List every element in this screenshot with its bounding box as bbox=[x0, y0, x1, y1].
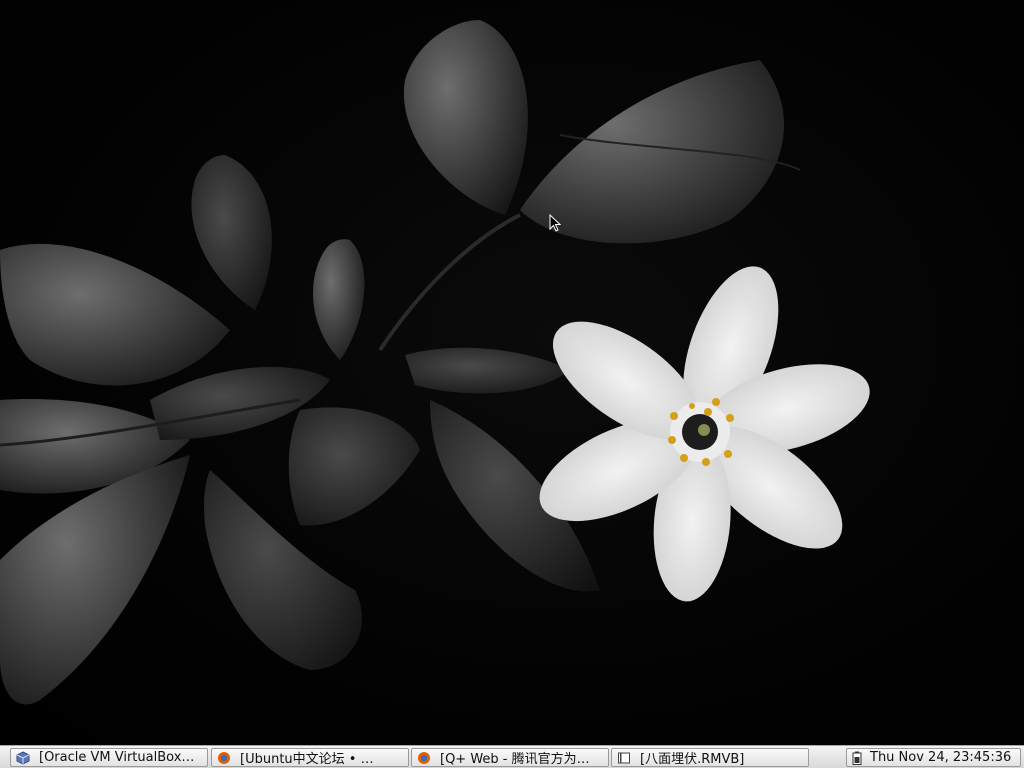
taskbar: [Oracle VM VirtualBox… [Ubuntu中文论坛 • … [… bbox=[0, 745, 1024, 768]
taskbar-item-label: [Q+ Web - 腾讯官方为… bbox=[440, 752, 590, 767]
firefox-icon bbox=[216, 750, 232, 766]
virtualbox-icon bbox=[15, 750, 31, 766]
taskbar-item-qplus-web[interactable]: [Q+ Web - 腾讯官方为… bbox=[411, 748, 609, 767]
taskbar-item-label: [Oracle VM VirtualBox… bbox=[39, 750, 195, 765]
leaf bbox=[0, 243, 600, 705]
taskbar-item-label: [八面埋伏.RMVB] bbox=[640, 752, 745, 767]
taskbar-item-label: [Ubuntu中文论坛 • … bbox=[240, 752, 374, 767]
arrow-cursor-icon bbox=[549, 214, 561, 232]
battery-icon bbox=[852, 751, 864, 765]
wallpaper-image bbox=[0, 20, 870, 705]
clock[interactable]: Thu Nov 24, 23:45:36 bbox=[846, 748, 1021, 767]
media-player-icon bbox=[616, 750, 632, 766]
taskbar-item-media-player[interactable]: [八面埋伏.RMVB] bbox=[611, 748, 809, 767]
firefox-icon bbox=[416, 750, 432, 766]
taskbar-item-virtualbox[interactable]: [Oracle VM VirtualBox… bbox=[10, 748, 208, 767]
taskbar-item-ubuntu-forum[interactable]: [Ubuntu中文论坛 • … bbox=[211, 748, 409, 767]
clock-text: Thu Nov 24, 23:45:36 bbox=[870, 750, 1012, 765]
desktop[interactable] bbox=[0, 0, 1024, 745]
